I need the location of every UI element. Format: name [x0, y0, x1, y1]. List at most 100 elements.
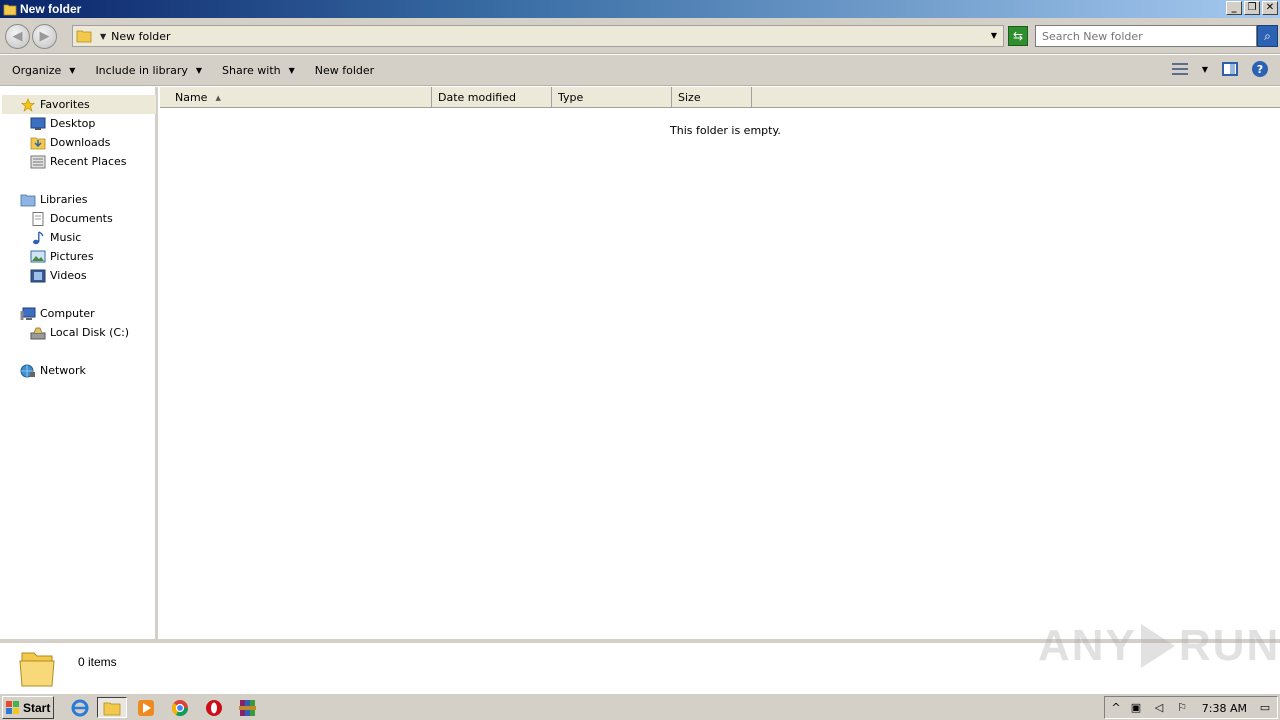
column-label: Date modified	[438, 91, 516, 104]
command-bar: Organize ▼ Include in library ▼ Share wi…	[0, 55, 1280, 86]
winrar-icon	[239, 699, 256, 716]
back-button[interactable]: ◀	[5, 24, 30, 49]
start-label: Start	[23, 700, 51, 715]
nav-item-recent-places[interactable]: Recent Places	[30, 152, 127, 171]
clock[interactable]: 7:38 AM	[1202, 702, 1247, 715]
column-header-type[interactable]: Type	[552, 87, 672, 108]
window-controls: _ ❐ ✕	[1226, 1, 1278, 15]
organize-button[interactable]: Organize ▼	[12, 64, 75, 77]
search-button[interactable]: ⌕	[1257, 25, 1278, 47]
new-folder-button[interactable]: New folder	[315, 64, 374, 77]
watermark-text-left: ANY	[1038, 621, 1137, 670]
start-button[interactable]: Start	[2, 696, 54, 719]
nav-item-network[interactable]: Network	[20, 361, 86, 380]
column-label: Name	[175, 91, 208, 104]
anyrun-watermark: ANY RUN	[1038, 621, 1280, 671]
action-center-flag-icon[interactable]: ⚐	[1175, 701, 1189, 715]
minimize-button[interactable]: _	[1226, 1, 1242, 15]
media-player-icon	[138, 699, 154, 716]
empty-folder-message: This folder is empty.	[670, 124, 781, 137]
taskbar-internet-explorer[interactable]	[65, 697, 95, 718]
windows-logo-icon	[6, 700, 20, 715]
column-header-name[interactable]: Name ▲	[168, 87, 432, 108]
nav-item-music[interactable]: Music	[30, 228, 81, 247]
include-in-library-button[interactable]: Include in library ▼	[95, 64, 202, 77]
recent-places-icon	[30, 155, 46, 168]
organize-label: Organize	[12, 63, 62, 77]
nav-item-pictures[interactable]: Pictures	[30, 247, 94, 266]
taskbar-winrar[interactable]	[233, 697, 263, 718]
network-icon	[20, 364, 35, 377]
change-view-icon[interactable]	[1171, 62, 1188, 76]
share-with-button[interactable]: Share with ▼	[222, 64, 295, 77]
nav-item-computer[interactable]: Computer	[20, 304, 95, 323]
share-with-label: Share with	[222, 63, 281, 77]
documents-icon	[32, 211, 44, 226]
taskbar-file-explorer[interactable]	[97, 697, 127, 718]
taskbar: Start ^ ▣ ◁ ⚐ 7:38 AM ▭	[0, 693, 1280, 720]
address-history-dropdown-icon[interactable]: ▼	[991, 31, 997, 40]
refresh-button[interactable]: ⇆	[1008, 26, 1028, 46]
chrome-icon	[171, 699, 189, 716]
watermark-text-right: RUN	[1178, 621, 1280, 670]
search-icon: ⌕	[1264, 28, 1271, 43]
address-bar[interactable]: ▼ New folder ▼	[72, 25, 1004, 47]
title-bar[interactable]: New folder _ ❐ ✕	[0, 0, 1280, 18]
folder-icon	[19, 652, 55, 687]
close-button[interactable]: ✕	[1262, 1, 1278, 15]
address-row: ◀ ▶ ▼ New folder ▼ ⇆ ⌕	[0, 18, 1280, 54]
desktop-icon	[30, 117, 46, 130]
libraries-icon	[20, 194, 36, 206]
nav-label: Downloads	[50, 136, 111, 149]
column-label: Type	[558, 91, 584, 104]
nav-label: Favorites	[40, 98, 90, 111]
chevron-down-icon: ▼	[195, 65, 203, 75]
forward-button[interactable]: ▶	[32, 24, 57, 49]
refresh-icon: ⇆	[1012, 29, 1024, 43]
taskbar-media-player[interactable]	[131, 697, 161, 718]
details-pane: 0 items ANY RUN	[0, 621, 1280, 692]
nav-item-documents[interactable]: Documents	[30, 209, 113, 228]
network-status-icon[interactable]: ▣	[1129, 701, 1143, 715]
internet-explorer-icon	[71, 699, 89, 716]
breadcrumb-new-folder[interactable]: New folder	[111, 30, 170, 43]
view-options-dropdown-icon[interactable]: ▼	[1202, 65, 1208, 74]
restore-button[interactable]: ❐	[1244, 1, 1260, 15]
nav-label: Network	[40, 364, 86, 377]
column-header-size[interactable]: Size	[672, 87, 752, 108]
music-note-icon	[33, 230, 44, 244]
search-input[interactable]	[1035, 25, 1257, 47]
volume-icon[interactable]: ◁	[1152, 701, 1166, 715]
column-label: Size	[678, 91, 701, 104]
nav-item-local-disk[interactable]: Local Disk (C:)	[30, 323, 129, 342]
preview-pane-icon[interactable]	[1222, 62, 1238, 76]
star-icon	[21, 97, 35, 112]
nav-item-videos[interactable]: Videos	[30, 266, 87, 285]
chevron-down-icon: ▼	[69, 65, 76, 75]
nav-label: Documents	[50, 212, 113, 225]
nav-item-favorites[interactable]: Favorites	[2, 95, 156, 114]
show-desktop-icon[interactable]: ▭	[1257, 701, 1273, 715]
folder-icon	[3, 4, 17, 16]
nav-item-desktop[interactable]: Desktop	[30, 114, 95, 133]
file-list-view[interactable]: Name ▲ Date modified Type Size This fold…	[160, 87, 1280, 639]
help-icon[interactable]: ?	[1252, 61, 1268, 77]
nav-label: Music	[50, 231, 82, 244]
include-in-library-label: Include in library	[95, 63, 188, 77]
back-arrow-icon: ◀	[12, 29, 23, 44]
taskbar-opera[interactable]	[199, 697, 229, 718]
nav-item-libraries[interactable]: Libraries	[20, 190, 88, 209]
taskbar-chrome[interactable]	[165, 697, 195, 718]
breadcrumb-arrow-icon[interactable]: ▼	[100, 32, 106, 41]
local-disk-icon	[30, 327, 46, 339]
nav-item-downloads[interactable]: Downloads	[30, 133, 110, 152]
view-controls: ▼ ?	[1171, 61, 1268, 77]
nav-label: Local Disk (C:)	[50, 326, 130, 339]
chevron-down-icon: ▼	[288, 65, 295, 75]
item-count: 0 items	[78, 655, 117, 669]
downloads-folder-icon	[30, 137, 46, 149]
column-header-date-modified[interactable]: Date modified	[432, 87, 552, 108]
nav-label: Pictures	[50, 250, 94, 263]
folder-icon	[103, 702, 121, 715]
show-hidden-icons-icon[interactable]: ^	[1109, 701, 1123, 715]
